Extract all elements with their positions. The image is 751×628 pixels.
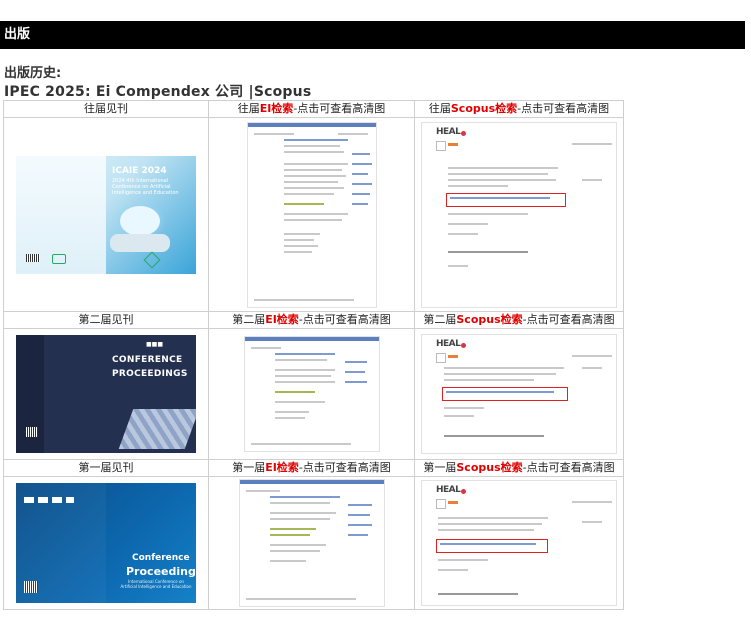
cover-title-line2: Proceedings [126, 565, 196, 578]
scopus-link-label[interactable]: 往届Scopus检索-点击可查看高清图 [414, 100, 624, 118]
ei-highlight: EI检索 [265, 313, 299, 326]
scopus-screenshot-cell: HEAL [414, 328, 624, 460]
cover-cell: ■■■ CONFERENCE PROCEEDINGS [3, 328, 209, 460]
ei-highlight: EI检索 [265, 461, 299, 474]
cover-cell: Conference Proceedings International Con… [3, 476, 209, 610]
section-header: 出版 [0, 21, 745, 49]
section-title: 出版 [4, 27, 31, 42]
scopus-suffix: -点击可查看高清图 [522, 313, 615, 326]
publication-table: 往届见刊 往届EI检索-点击可查看高清图 往届Scopus检索-点击可查看高清图… [3, 100, 624, 610]
scopus-prefix: 第二届 [423, 313, 457, 326]
scopus-logo: HEAL [436, 126, 467, 137]
publisher-logo-icon: ■■■ [146, 341, 164, 348]
cover-cell: ICAIE 2024 2024 4th International Confer… [3, 117, 209, 312]
scopus-link-label[interactable]: 第二届Scopus检索-点击可查看高清图 [414, 311, 624, 329]
history-label: 出版历史: [4, 66, 62, 81]
scopus-link-label[interactable]: 第一届Scopus检索-点击可查看高清图 [414, 459, 624, 477]
scopus-screenshot-image[interactable]: HEAL [421, 480, 617, 606]
proceedings-label: 第二届见刊 [3, 311, 209, 329]
scopus-suffix: -点击可查看高清图 [517, 102, 610, 115]
publication-line: IPEC 2025: Ei Compendex 公司 |Scopus [4, 84, 312, 100]
table-row: 往届见刊 往届EI检索-点击可查看高清图 往届Scopus检索-点击可查看高清图 [3, 100, 624, 118]
cover-title-line2: PROCEEDINGS [112, 369, 188, 379]
book-cover-image[interactable]: ICAIE 2024 2024 4th International Confer… [16, 155, 196, 274]
table-row: 第一届见刊 第一届EI检索-点击可查看高清图 第一届Scopus检索-点击可查看… [3, 459, 624, 477]
ei-link-label[interactable]: 往届EI检索-点击可查看高清图 [208, 100, 415, 118]
barcode-icon [26, 253, 40, 262]
conference-logo-icon [143, 251, 161, 268]
ei-suffix: -点击可查看高清图 [293, 102, 386, 115]
barcode-icon [24, 581, 38, 593]
book-cover-image[interactable]: ■■■ CONFERENCE PROCEEDINGS [16, 335, 196, 453]
scopus-logo: HEAL [436, 339, 467, 349]
ei-prefix: 第二届 [232, 313, 266, 326]
scopus-screenshot-image[interactable]: HEAL [421, 121, 617, 308]
elsevier-logo-icon [436, 140, 446, 151]
scopus-screenshot-cell: HEAL [414, 117, 624, 312]
scopus-prefix: 往届 [428, 102, 451, 115]
scopus-screenshot-image[interactable]: HEAL [421, 334, 617, 454]
publisher-logo-icon [52, 253, 66, 264]
proceedings-label: 第一届见刊 [3, 459, 209, 477]
ei-screenshot-cell [208, 476, 415, 610]
ei-screenshot-cell [208, 117, 415, 312]
scopus-highlight: Scopus检索 [450, 102, 518, 115]
cover-title: ICAIE 2024 [112, 165, 167, 176]
ei-screenshot-image[interactable] [238, 479, 385, 607]
ei-link-label[interactable]: 第二届EI检索-点击可查看高清图 [208, 311, 415, 329]
scopus-logo: HEAL [436, 485, 467, 495]
scopus-highlight: Scopus检索 [456, 313, 523, 326]
cover-title-line1: CONFERENCE [112, 355, 183, 365]
ei-screenshot-image[interactable] [243, 336, 380, 452]
ei-screenshot-image[interactable] [246, 121, 377, 308]
ei-prefix: 第一届 [232, 461, 266, 474]
ei-suffix: -点击可查看高清图 [298, 461, 391, 474]
barcode-icon [26, 427, 38, 437]
sponsor-logos-icon [24, 497, 74, 503]
scopus-suffix: -点击可查看高清图 [522, 461, 615, 474]
ei-suffix: -点击可查看高清图 [298, 313, 391, 326]
ei-highlight: EI检索 [259, 102, 294, 115]
scopus-prefix: 第一届 [423, 461, 457, 474]
table-row: Conference Proceedings International Con… [3, 476, 624, 610]
book-cover-image[interactable]: Conference Proceedings International Con… [16, 483, 196, 603]
cover-title-line1: Conference [132, 553, 190, 563]
scopus-screenshot-cell: HEAL [414, 476, 624, 610]
ei-prefix: 往届 [237, 102, 260, 115]
table-row: ICAIE 2024 2024 4th International Confer… [3, 117, 624, 312]
ei-link-label[interactable]: 第一届EI检索-点击可查看高清图 [208, 459, 415, 477]
scopus-highlight: Scopus检索 [456, 461, 523, 474]
elsevier-logo-icon [436, 499, 446, 509]
table-row: 第二届见刊 第二届EI检索-点击可查看高清图 第二届Scopus检索-点击可查看… [3, 311, 624, 329]
ei-screenshot-cell [208, 328, 415, 460]
elsevier-logo-icon [436, 353, 446, 363]
cover-subtitle: International Conference on Artificial I… [120, 579, 192, 589]
cover-subtitle: 2024 4th International Conference on Art… [112, 177, 179, 196]
proceedings-label: 往届见刊 [3, 100, 209, 118]
table-row: ■■■ CONFERENCE PROCEEDINGS HEAL [3, 328, 624, 460]
